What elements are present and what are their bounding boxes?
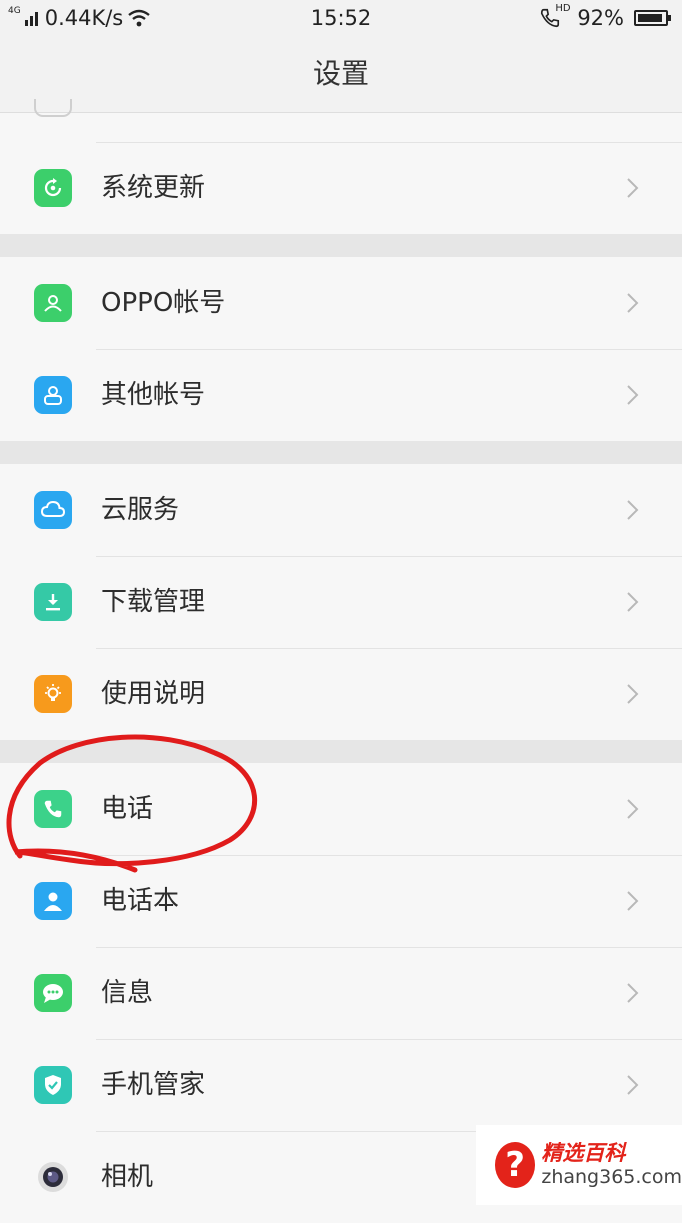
chevron-right-icon xyxy=(627,684,639,704)
settings-item-cloud[interactable]: 云服务 xyxy=(0,464,682,556)
chevron-right-icon xyxy=(627,891,639,911)
settings-item-phone-manager[interactable]: 手机管家 xyxy=(0,1039,682,1131)
settings-item-label: 使用说明 xyxy=(101,679,206,709)
group-separator xyxy=(0,740,682,763)
settings-item-phone[interactable]: 电话 xyxy=(0,763,682,855)
chevron-right-icon xyxy=(627,385,639,405)
partial-row xyxy=(0,99,682,142)
settings-item-label: 电话 xyxy=(101,794,154,824)
settings-item-contacts[interactable]: 电话本 xyxy=(0,855,682,947)
settings-item-message[interactable]: 信息 xyxy=(0,947,682,1039)
settings-item-label: OPPO帐号 xyxy=(101,288,226,318)
settings-item-label: 相机 xyxy=(101,1162,154,1192)
status-bar: 4G 0.44K/s 15:52 HD 92% xyxy=(0,0,682,38)
phone-manager-icon xyxy=(34,1066,72,1104)
bulb-icon xyxy=(34,675,72,713)
hd-call-icon: HD xyxy=(539,3,571,29)
battery-icon xyxy=(634,10,671,26)
group-separator xyxy=(0,234,682,257)
hd-label: HD xyxy=(555,3,571,14)
system-update-icon xyxy=(34,169,72,207)
contacts-icon xyxy=(34,882,72,920)
phone-icon xyxy=(34,790,72,828)
divider xyxy=(96,947,682,948)
camera-icon xyxy=(34,1158,72,1196)
settings-item-label: 下载管理 xyxy=(101,587,206,617)
chevron-right-icon xyxy=(627,1075,639,1095)
chevron-right-icon xyxy=(627,983,639,1003)
settings-item-label: 系统更新 xyxy=(101,173,206,203)
settings-item-system-update[interactable]: 系统更新 xyxy=(0,142,682,234)
group-separator xyxy=(0,441,682,464)
message-icon xyxy=(34,974,72,1012)
settings-item-label: 电话本 xyxy=(101,886,180,916)
question-icon: ? xyxy=(495,1142,536,1188)
oppo-account-icon xyxy=(34,284,72,322)
settings-item-label: 手机管家 xyxy=(101,1070,206,1100)
battery-percent: 92% xyxy=(577,6,624,30)
settings-item-label: 信息 xyxy=(101,978,154,1008)
settings-item-label: 云服务 xyxy=(101,495,180,525)
settings-item-bulb[interactable]: 使用说明 xyxy=(0,648,682,740)
cloud-icon xyxy=(34,491,72,529)
watermark: ? 精选百科 zhang365.com xyxy=(476,1125,682,1205)
chevron-right-icon xyxy=(627,799,639,819)
divider xyxy=(96,855,682,856)
watermark-brand: 精选百科 xyxy=(541,1141,626,1165)
other-account-icon xyxy=(34,376,72,414)
settings-item-download[interactable]: 下载管理 xyxy=(0,556,682,648)
settings-item-other-account[interactable]: 其他帐号 xyxy=(0,349,682,441)
chevron-right-icon xyxy=(627,500,639,520)
chevron-right-icon xyxy=(627,293,639,313)
chevron-right-icon xyxy=(627,178,639,198)
partial-icon xyxy=(34,99,72,117)
chevron-right-icon xyxy=(627,592,639,612)
settings-item-label: 其他帐号 xyxy=(101,380,206,410)
settings-item-oppo-account[interactable]: OPPO帐号 xyxy=(0,257,682,349)
download-icon xyxy=(34,583,72,621)
settings-list: 系统更新 OPPO帐号 其他帐号云服务下载管理使用说明电话电话本信息手机管家相机 xyxy=(0,99,682,1223)
watermark-url: zhang365.com xyxy=(541,1166,682,1188)
page-title: 设置 xyxy=(0,38,682,113)
